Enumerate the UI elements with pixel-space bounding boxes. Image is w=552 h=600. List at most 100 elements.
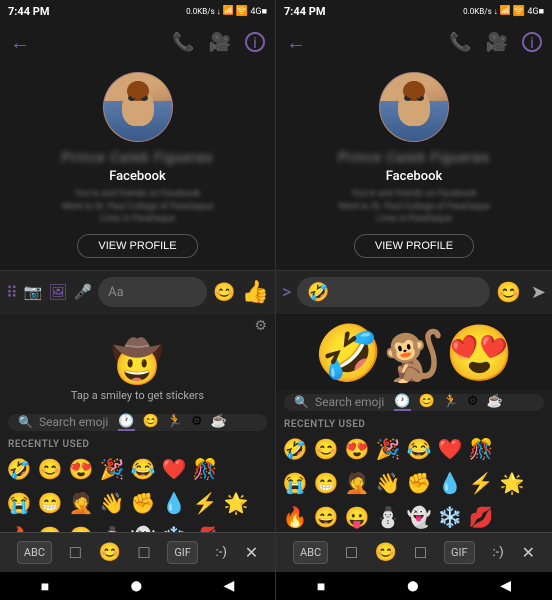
- emoji-cell[interactable]: 🤦: [342, 468, 372, 498]
- food-tab-left[interactable]: ☕: [211, 414, 227, 431]
- emoji-icon-left[interactable]: 😊: [213, 282, 235, 303]
- activity-tab-right[interactable]: 🏃: [443, 394, 459, 411]
- recent-apps-icon-right[interactable]: ■: [317, 578, 325, 595]
- image-icon-left[interactable]: 🖼: [48, 283, 67, 301]
- view-profile-button-left[interactable]: VIEW PROFILE: [77, 234, 197, 258]
- recent-tab-left[interactable]: 🕐: [118, 414, 134, 431]
- emoji-cell[interactable]: 😭: [4, 488, 34, 518]
- back-nav-icon-left[interactable]: ◀: [223, 578, 234, 594]
- expand-icon-right[interactable]: >: [282, 282, 291, 303]
- share-button-left[interactable]: □: [139, 542, 150, 563]
- emoji-cell[interactable]: 👻: [404, 502, 434, 532]
- emoji-cell[interactable]: 🎉: [373, 434, 403, 464]
- emoji-cell[interactable]: 💋: [190, 522, 220, 532]
- emoji-cell[interactable]: 😄: [311, 502, 341, 532]
- smiley-button-left[interactable]: :-): [216, 545, 227, 560]
- back-button-left[interactable]: ←: [10, 30, 30, 55]
- emoji-cell[interactable]: 🤣: [4, 454, 34, 484]
- smiley-tab-right[interactable]: 😊: [419, 394, 435, 411]
- view-profile-button-right[interactable]: VIEW PROFILE: [354, 234, 474, 258]
- emoji-cell[interactable]: 😂: [128, 454, 158, 484]
- emoji-cell[interactable]: 😂: [404, 434, 434, 464]
- info-icon-left[interactable]: i: [245, 32, 265, 52]
- recent-tab-right[interactable]: 🕐: [394, 394, 410, 411]
- smiley-tab-left[interactable]: 😊: [143, 414, 159, 431]
- emoji-cell[interactable]: 💧: [435, 468, 465, 498]
- emoji-cell[interactable]: ✊: [128, 488, 158, 518]
- emoji-cell[interactable]: 🎉: [97, 454, 127, 484]
- emoji-cell[interactable]: 🤣: [280, 434, 310, 464]
- camera-icon-left[interactable]: 📷: [24, 283, 43, 301]
- big-emoji-left[interactable]: 🤣: [314, 322, 382, 386]
- food-tab-right[interactable]: ☕: [487, 394, 503, 411]
- message-input-right[interactable]: 🤣: [297, 277, 490, 307]
- emoji-cell[interactable]: 👋: [373, 468, 403, 498]
- smiley-button-right[interactable]: :-): [492, 545, 503, 560]
- emoji-cell[interactable]: 🎊: [190, 454, 220, 484]
- emoji-cell[interactable]: 😊: [35, 454, 65, 484]
- emoji-cell[interactable]: 😛: [342, 502, 372, 532]
- back-button-right[interactable]: ←: [286, 30, 306, 55]
- back-nav-icon-right[interactable]: ◀: [500, 578, 511, 594]
- big-emoji-right[interactable]: 😍: [445, 322, 513, 386]
- sticker-button-right[interactable]: □: [346, 542, 357, 563]
- emoji-cell[interactable]: ⚡: [466, 468, 496, 498]
- emoji-cell[interactable]: ❤️: [159, 454, 189, 484]
- emoji-active-button-left[interactable]: 😊: [98, 542, 120, 563]
- emoji-cell[interactable]: ⚡: [190, 488, 220, 518]
- sticker-button-left[interactable]: □: [70, 542, 81, 563]
- emoji-cell[interactable]: 😄: [35, 522, 65, 532]
- emoji-active-button-right[interactable]: 😊: [375, 542, 397, 563]
- emoji-cell[interactable]: 😍: [342, 434, 372, 464]
- video-icon-right[interactable]: 🎥: [486, 32, 508, 53]
- emoji-cell[interactable]: 🔥: [280, 502, 310, 532]
- emoji-cell[interactable]: 🔥: [4, 522, 34, 532]
- emoji-cell[interactable]: ❄️: [159, 522, 189, 532]
- emoji-cell[interactable]: 😭: [280, 468, 310, 498]
- emoji-cell[interactable]: 🤦: [66, 488, 96, 518]
- mic-icon-left[interactable]: 🎤: [73, 283, 92, 301]
- phone-icon-left[interactable]: 📞: [172, 32, 194, 53]
- info-icon-right[interactable]: i: [522, 32, 542, 52]
- emoji-cell[interactable]: 😊: [311, 434, 341, 464]
- activity-tab-left[interactable]: 🏃: [167, 414, 183, 431]
- emoji-cell[interactable]: 😛: [66, 522, 96, 532]
- emoji-cell[interactable]: 🎊: [466, 434, 496, 464]
- emoji-cell[interactable]: 🌟: [221, 488, 251, 518]
- emoji-bar-right[interactable]: 😊: [496, 280, 521, 304]
- send-icon-right[interactable]: ➤: [531, 282, 546, 303]
- big-emoji-center[interactable]: 🐒: [383, 328, 445, 386]
- close-button-right[interactable]: ✕: [522, 543, 535, 562]
- gif-button-right[interactable]: GIF: [444, 541, 475, 564]
- emoji-cell[interactable]: ❄️: [435, 502, 465, 532]
- emoji-cell[interactable]: ❤️: [435, 434, 465, 464]
- video-icon-left[interactable]: 🎥: [209, 32, 231, 53]
- emoji-cell[interactable]: 👋: [97, 488, 127, 518]
- close-button-left[interactable]: ✕: [245, 543, 258, 562]
- apps-icon-left[interactable]: ⠿: [6, 283, 18, 302]
- emoji-cell[interactable]: 💋: [466, 502, 496, 532]
- emoji-cell[interactable]: 😁: [35, 488, 65, 518]
- emoji-cell[interactable]: 🌟: [497, 468, 527, 498]
- emoji-cell[interactable]: ✊: [404, 468, 434, 498]
- home-icon-left[interactable]: ⬤: [131, 581, 142, 592]
- emoji-cell[interactable]: ⛄: [373, 502, 403, 532]
- object-tab-left[interactable]: ⚙: [191, 414, 203, 431]
- recent-apps-icon-left[interactable]: ■: [41, 578, 49, 595]
- abc-button-right[interactable]: ABC: [293, 541, 328, 564]
- emoji-search-bar-left[interactable]: 🔍 Search emoji 🕐 😊 🏃 ⚙ ☕: [8, 414, 267, 431]
- emoji-cell[interactable]: 💧: [159, 488, 189, 518]
- emoji-cell[interactable]: 😁: [311, 468, 341, 498]
- like-icon-left[interactable]: 👍: [242, 280, 269, 305]
- emoji-cell[interactable]: ⛄: [97, 522, 127, 532]
- settings-icon-left[interactable]: ⚙: [254, 318, 267, 334]
- gif-button-left[interactable]: GIF: [167, 541, 198, 564]
- emoji-cell[interactable]: 👻: [128, 522, 158, 532]
- phone-icon-right[interactable]: 📞: [449, 32, 471, 53]
- home-icon-right[interactable]: ⬤: [407, 581, 418, 592]
- message-input-left[interactable]: Aa: [98, 277, 207, 307]
- object-tab-right[interactable]: ⚙: [467, 394, 479, 411]
- emoji-cell[interactable]: 😍: [66, 454, 96, 484]
- sticker-emoji-left[interactable]: 🤠: [111, 338, 163, 387]
- emoji-search-bar-right[interactable]: 🔍 Search emoji 🕐 😊 🏃 ⚙ ☕: [284, 394, 544, 411]
